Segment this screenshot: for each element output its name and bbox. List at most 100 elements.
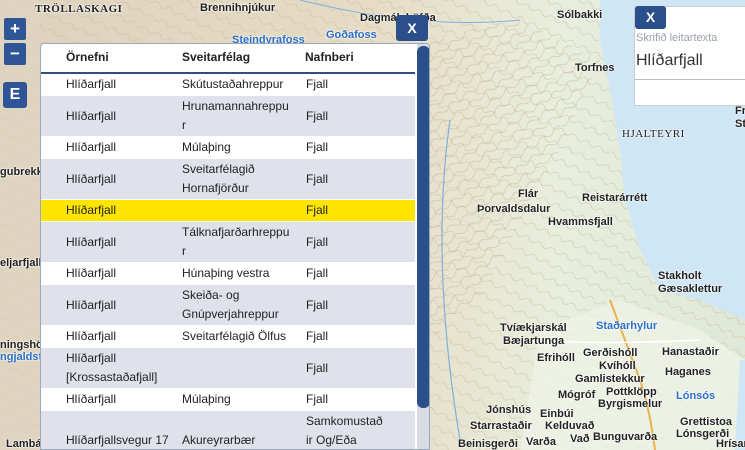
map-label: Mógróf (558, 389, 596, 401)
map-label: ningshö (0, 339, 43, 351)
map-label: St (735, 118, 745, 130)
map-label: HJALTEYRI (622, 128, 685, 140)
cell-sveitarfelag: Húnaþing vestra (182, 266, 270, 280)
table-row[interactable]: Hlíðarfjall Fjall (41, 199, 415, 222)
map-label: eljarfjall (0, 257, 42, 269)
cell-ornefni: Hlíðarfjall (66, 266, 117, 280)
table-row[interactable]: Hlíðarfjallsvegur 17 Akureyrarbær Samkomus… (41, 410, 415, 449)
map-label: Gerðishóll (583, 347, 638, 359)
map-label: Einbúi (540, 408, 574, 420)
cell-nafnberi: Samkomustað ir Og/Eða Aðstaða (306, 414, 383, 447)
map-label: Jónshús (486, 404, 532, 416)
map-label: Staðarhylur (596, 320, 658, 332)
cell-sveitarfelag: Múlaþing (182, 140, 231, 154)
cell-nafnberi: Fjall (306, 266, 329, 280)
cell-sveitarfelag: Hrunamannahreppu r (182, 99, 289, 132)
column-header-ornefni[interactable]: Örnefni (41, 44, 182, 74)
table-row[interactable]: Hlíðarfjall Múlaþing Fjall (41, 388, 415, 411)
map-label: Byrgismelur (598, 398, 663, 410)
map-label: Kvíhóll (599, 360, 636, 372)
full-extent-button[interactable]: E (3, 82, 27, 108)
map-label: gubrekk (0, 166, 43, 178)
cell-nafnberi: Fjall (306, 77, 329, 91)
cell-ornefni: Hlíðarfjall (66, 203, 117, 217)
map-label: Stakholt (658, 270, 702, 282)
cell-ornefni: Hlíðarfjall (66, 329, 117, 343)
cell-nafnberi: Fjall (306, 171, 329, 186)
map-label: Efrihóll (537, 352, 575, 364)
map-label: Sólbakki (557, 9, 603, 21)
cell-nafnberi: Fjall (306, 140, 329, 154)
table-row[interactable]: Hlíðarfjall Skútustaðahreppur Fjall (41, 73, 415, 96)
table-row[interactable]: Hlíðarfjall Sveitarfélagið Ölfus Fjall (41, 325, 415, 348)
search-placeholder: Skrifið leitartexta (636, 32, 718, 44)
map-label: Lambá (6, 438, 42, 450)
cell-nafnberi: Fjall (306, 392, 329, 406)
cell-nafnberi: Fjall (306, 360, 329, 375)
cell-sveitarfelag: Tálknafjarðarhreppu r (182, 225, 290, 258)
cell-sveitarfelag: Múlaþing (182, 392, 231, 406)
map-label: Gæsaklettur (658, 283, 723, 295)
column-header-nafnberi[interactable]: Nafnberi (305, 44, 415, 74)
cell-nafnberi: Fjall (306, 108, 329, 123)
map-label: Brennihnjúkur (200, 2, 276, 14)
search-input[interactable]: Hlíðarfjall (636, 52, 703, 70)
cell-sveitarfelag (182, 348, 305, 389)
map-label: Hrísar (716, 438, 745, 450)
map-label: Fr (735, 105, 745, 117)
close-results-button[interactable]: X (396, 15, 428, 41)
map-label: Grettistoa (680, 416, 732, 428)
map-label: Bunguvarða (593, 431, 658, 443)
cell-sveitarfelag: Sveitarfélagið Hornafjörður (182, 162, 255, 195)
zoom-out-button[interactable]: − (4, 43, 26, 65)
table-row[interactable]: Hlíðarfjall Hrunamannahreppu r Fjall (41, 95, 415, 137)
map-label: Flár (518, 188, 539, 200)
map-label: Torfnes (575, 62, 615, 74)
cell-sveitarfelag: Skútustaðahreppur (182, 77, 284, 91)
map-label: Varða (526, 436, 556, 448)
cell-nafnberi: Fjall (306, 329, 329, 343)
map-label: Tvíækjarskál (500, 322, 567, 334)
map-label: Bæjartunga (503, 335, 565, 347)
close-search-button[interactable]: X (635, 6, 666, 29)
cell-nafnberi: Fjall (306, 234, 329, 249)
search-input-underline (635, 79, 745, 80)
table-row[interactable]: Hlíðarfjall [Krossastaðafjall] Fjall (41, 347, 415, 389)
results-scrollbar-thumb[interactable] (417, 46, 429, 408)
table-row[interactable]: Hlíðarfjall Múlaþing Fjall (41, 136, 415, 159)
table-header-row: Örnefni Sveitarfélag Nafnberi (41, 44, 415, 74)
map-label: Hvammsfjall (548, 216, 613, 228)
zoom-in-button[interactable]: + (4, 18, 26, 40)
map-label: Kelduvað (545, 420, 595, 432)
table-row[interactable]: Hlíðarfjall Sveitarfélagið Hornafjörður Fj… (41, 158, 415, 200)
cell-ornefni: Hlíðarfjall (66, 108, 117, 123)
cell-ornefni: Hlíðarfjall (66, 297, 117, 312)
map-label: Goðafoss (326, 29, 377, 41)
cell-ornefni: Hlíðarfjall (66, 140, 117, 154)
map-label: Starrastaðir (470, 420, 532, 432)
table-row[interactable]: Hlíðarfjall Húnaþing vestra Fjall (41, 262, 415, 285)
cell-ornefni: Hlíðarfjallsvegur 17 (66, 433, 169, 447)
cell-ornefni: Hlíðarfjall (66, 392, 117, 406)
cell-nafnberi: Fjall (306, 203, 329, 217)
map-label: Reistarárrétt (582, 192, 648, 204)
cell-sveitarfelag (182, 200, 305, 222)
cell-ornefni: Hlíðarfjall (66, 171, 117, 186)
cell-sveitarfelag: Akureyrarbær (182, 433, 256, 447)
map-label: Þorvaldsdalur (477, 203, 551, 215)
cell-sveitarfelag: Sveitarfélagið Ölfus (182, 329, 287, 343)
map-label: TRÖLLASKAGI (35, 3, 123, 15)
cell-nafnberi: Fjall (306, 297, 329, 312)
map-label: Gamlistekkur (575, 373, 645, 385)
cell-sveitarfelag: Skeiða- og Gnúpverjahreppur (182, 288, 279, 321)
map-label: Haganes (665, 366, 711, 378)
table-row[interactable]: Hlíðarfjall Skeiða- og Gnúpverjahreppur Fj… (41, 284, 415, 326)
column-header-sveitarfelag[interactable]: Sveitarfélag (182, 44, 305, 74)
table-row[interactable]: Hlíðarfjall Tálknafjarðarhreppu r Fjall (41, 221, 415, 263)
map-label: Pottklöpp (606, 386, 657, 398)
map-label: Lónsós (676, 390, 716, 402)
map-label: ngjaldst (0, 351, 43, 363)
cell-ornefni: Hlíðarfjall [Krossastaðafjall] (66, 351, 158, 384)
map-label: Vað (570, 433, 590, 445)
results-panel: Örnefni Sveitarfélag Nafnberi Hlíðarfjal… (40, 43, 430, 450)
